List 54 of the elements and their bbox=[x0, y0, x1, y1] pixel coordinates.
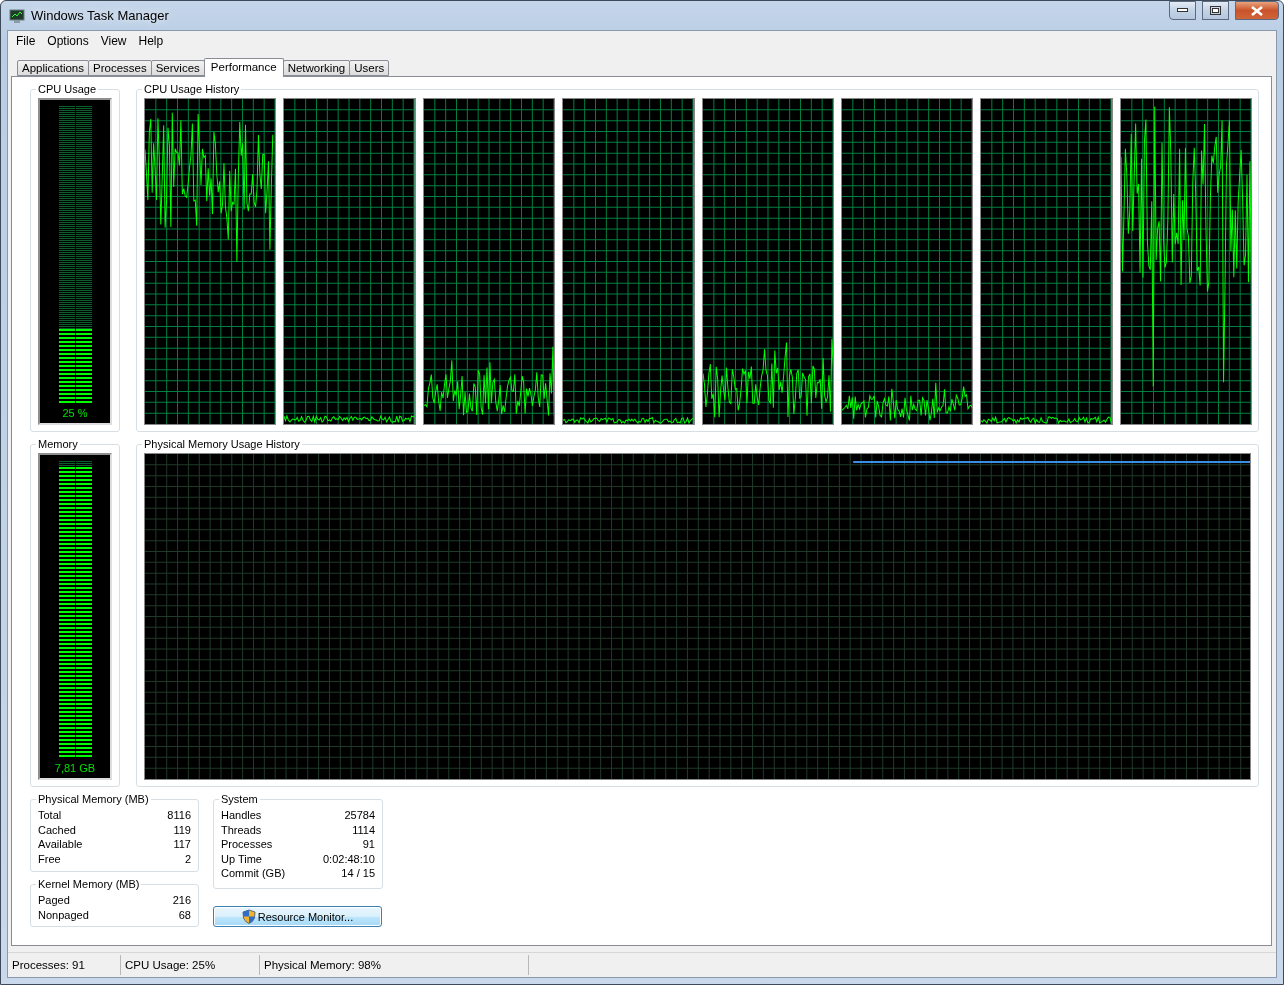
tab[interactable]: Applications bbox=[17, 60, 89, 76]
stat-value: 14 / 15 bbox=[340, 866, 375, 881]
maximize-button[interactable] bbox=[1202, 1, 1229, 20]
tab[interactable]: Users bbox=[349, 60, 390, 76]
stat-label: Paged bbox=[38, 893, 71, 908]
resource-monitor-button[interactable]: Resource Monitor... bbox=[213, 906, 382, 927]
meter-reading: 7,81 GB bbox=[54, 762, 96, 774]
stat-label: Available bbox=[38, 837, 84, 852]
meter-reading: 25 % bbox=[62, 407, 88, 419]
tab[interactable]: Processes bbox=[88, 60, 152, 76]
stat-value: 91 bbox=[361, 837, 375, 852]
stat-label: Free bbox=[38, 851, 62, 866]
stat-label: Handles bbox=[221, 808, 263, 823]
stat-label: Up Time bbox=[221, 851, 263, 866]
stat-value: 119 bbox=[172, 822, 191, 837]
stat-label: Processes bbox=[221, 837, 274, 852]
monitor-icon bbox=[9, 7, 25, 24]
shield-icon bbox=[241, 909, 256, 924]
stat-label: Commit (GB) bbox=[221, 866, 287, 881]
group-title: Physical Memory (MB) bbox=[37, 793, 150, 805]
stat-value: 25784 bbox=[343, 808, 375, 823]
group-title: CPU Usage bbox=[37, 83, 98, 95]
group-title: CPU Usage History bbox=[143, 83, 241, 95]
stat-value: 1114 bbox=[351, 822, 375, 837]
stat-label: Nonpaged bbox=[38, 907, 90, 922]
minimize-icon bbox=[1177, 8, 1188, 13]
stat-value: 68 bbox=[177, 907, 191, 922]
stat-value: 0:02:48:10 bbox=[323, 851, 375, 866]
stat-value: 8116 bbox=[167, 808, 191, 823]
status-text: CPU Usage: 25% bbox=[121, 955, 260, 975]
group-title: Physical Memory Usage History bbox=[143, 438, 301, 450]
stat-label: Cached bbox=[38, 822, 77, 837]
stat-label: Total bbox=[38, 808, 63, 823]
group-title: System bbox=[220, 793, 259, 805]
minimize-button[interactable] bbox=[1169, 1, 1196, 20]
status-text: Processes: 91 bbox=[8, 955, 121, 975]
window-title: Windows Task Manager bbox=[31, 8, 170, 23]
tab[interactable]: Performance bbox=[203, 58, 284, 77]
menu-item[interactable]: Help bbox=[132, 33, 170, 48]
tab[interactable]: Networking bbox=[282, 60, 351, 76]
group-title: Memory bbox=[37, 438, 79, 450]
menu-item[interactable]: File bbox=[10, 33, 42, 48]
menu-item[interactable]: Options bbox=[41, 33, 95, 48]
maximize-icon bbox=[1210, 6, 1221, 15]
status-text: Physical Memory: 98% bbox=[260, 955, 529, 975]
close-button[interactable] bbox=[1235, 1, 1279, 20]
group-title: Kernel Memory (MB) bbox=[37, 878, 141, 890]
close-icon bbox=[1251, 5, 1263, 16]
stat-value: 2 bbox=[183, 851, 191, 866]
stat-value: 117 bbox=[172, 837, 191, 852]
menu-item[interactable]: View bbox=[94, 33, 133, 48]
stat-label: Threads bbox=[221, 822, 263, 837]
stat-value: 216 bbox=[172, 893, 191, 908]
tab[interactable]: Services bbox=[150, 60, 205, 76]
